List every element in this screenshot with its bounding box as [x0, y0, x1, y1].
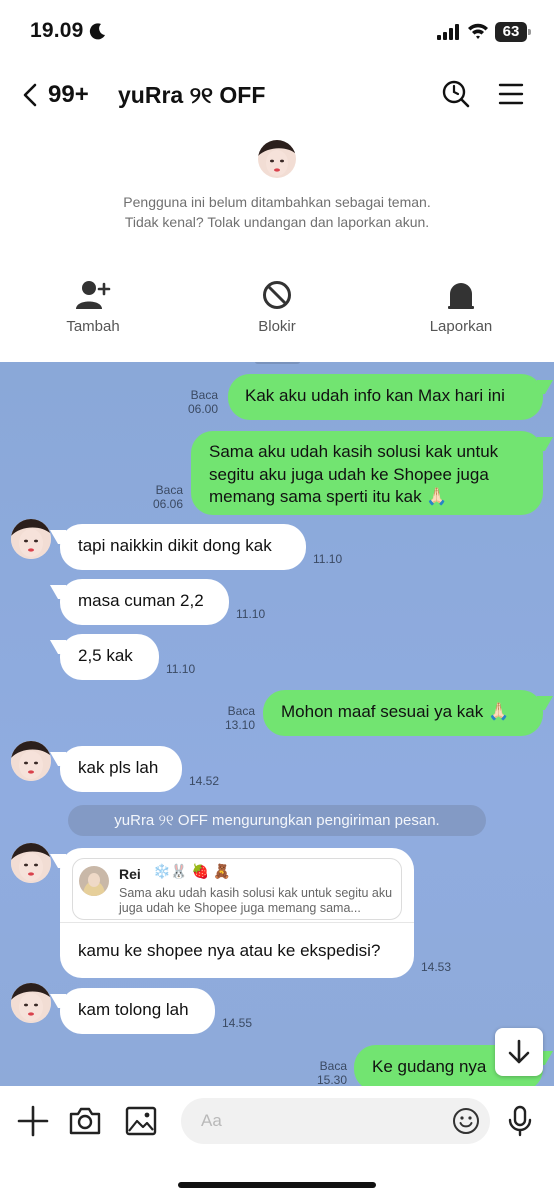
read-receipt: Baca 13.10 — [224, 704, 255, 732]
message-time: 11.10 — [313, 552, 343, 566]
stranger-notice: Pengguna ini belum ditambahkan sebagai t… — [0, 192, 554, 232]
message-time: 14.53 — [421, 960, 452, 974]
sender-avatar[interactable] — [11, 519, 51, 559]
image-icon[interactable] — [124, 1104, 158, 1138]
cellular-signal-icon — [437, 24, 459, 40]
message-input-bar — [0, 1086, 554, 1200]
battery-icon: 63 — [495, 22, 531, 42]
add-friend-button[interactable]: Tambah — [33, 280, 153, 335]
plus-icon[interactable] — [16, 1104, 50, 1138]
home-indicator — [178, 1182, 376, 1188]
chat-header: 99+ yuRra ୨୧ OFF — [0, 70, 554, 120]
notice-line-2: Tidak kenal? Tolak undangan dan laporkan… — [124, 214, 430, 230]
chat-title: yuRra ୨୧ OFF — [118, 82, 266, 108]
message-bubble-outgoing[interactable]: Kak aku udah info kan Max hari ini — [228, 374, 543, 420]
emoji-icon[interactable] — [452, 1107, 480, 1135]
quoted-text: Sama aku udah kasih solusi kak untuk seg… — [119, 886, 393, 915]
quoted-avatar — [79, 866, 109, 896]
message-bubble-outgoing[interactable]: Sama aku udah kasih solusi kak untuk seg… — [191, 431, 543, 515]
back-button[interactable]: 99+ — [20, 78, 100, 112]
add-friend-icon — [76, 281, 111, 309]
quoted-sender-emoji: ❄️🐰 🍓 🧸 — [153, 863, 231, 879]
message-time: 14.55 — [222, 1016, 253, 1030]
message-time: 14.52 — [189, 774, 220, 788]
moon-icon — [89, 23, 105, 40]
message-input[interactable] — [201, 1098, 441, 1144]
message-bubble-incoming[interactable]: kak pls lah — [60, 746, 182, 792]
sender-avatar[interactable] — [11, 843, 51, 883]
chat-area[interactable]: Baca 06.00 Kak aku udah info kan Max hari… — [0, 362, 554, 1086]
message-time: 11.10 — [236, 607, 266, 621]
arrow-down-icon — [508, 1039, 530, 1064]
contact-avatar[interactable] — [258, 140, 296, 178]
microphone-icon[interactable] — [503, 1104, 537, 1138]
chevron-left-icon — [23, 83, 37, 107]
block-icon — [263, 281, 291, 309]
stranger-banner: Pengguna ini belum ditambahkan sebagai t… — [0, 120, 554, 362]
read-receipt: Baca 06.06 — [152, 483, 183, 511]
reply-text: kamu ke shopee nya atau ke ekspedisi? — [78, 941, 381, 960]
reply-message-bubble[interactable]: Rei ❄️🐰 🍓 🧸 Sama aku udah kasih solusi k… — [60, 848, 414, 978]
unread-count: 99+ — [48, 81, 89, 108]
message-bubble-incoming[interactable]: tapi naikkin dikit dong kak — [60, 524, 306, 570]
wifi-icon — [468, 23, 488, 39]
report-label: Laporkan — [429, 318, 493, 335]
message-bubble-incoming[interactable]: kam tolong lah — [60, 988, 215, 1034]
add-friend-label: Tambah — [66, 318, 120, 335]
menu-icon[interactable] — [498, 81, 524, 107]
report-button[interactable]: Laporkan — [401, 280, 521, 335]
block-button[interactable]: Blokir — [217, 280, 337, 335]
message-bubble-outgoing[interactable]: Mohon maaf sesuai ya kak 🙏🏻 — [263, 690, 543, 736]
unsent-system-message: yuRra ୨୧ OFF mengurungkan pengiriman pes… — [68, 805, 486, 836]
banner-actions: Tambah Blokir Laporkan — [0, 280, 554, 340]
battery-level: 63 — [495, 22, 527, 42]
quoted-sender-name: Rei — [119, 866, 141, 882]
message-time: 11.10 — [166, 662, 196, 676]
report-icon — [448, 283, 474, 309]
message-bubble-incoming[interactable]: 2,5 kak — [60, 634, 159, 680]
status-time: 19.09 — [30, 19, 84, 42]
camera-icon[interactable] — [68, 1104, 102, 1138]
search-icon[interactable] — [441, 79, 471, 109]
scroll-to-bottom-button[interactable] — [495, 1028, 543, 1076]
status-bar: 19.09 63 — [0, 0, 554, 60]
message-input-field[interactable] — [181, 1098, 490, 1144]
quoted-message[interactable]: Rei ❄️🐰 🍓 🧸 Sama aku udah kasih solusi k… — [72, 858, 402, 920]
message-bubble-incoming[interactable]: masa cuman 2,2 — [60, 579, 229, 625]
block-label: Blokir — [258, 318, 296, 335]
read-receipt: Baca 15.30 — [316, 1059, 347, 1086]
sender-avatar[interactable] — [11, 983, 51, 1023]
sender-avatar[interactable] — [11, 741, 51, 781]
notice-line-1: Pengguna ini belum ditambahkan sebagai t… — [123, 194, 431, 210]
read-receipt: Baca 06.00 — [187, 388, 218, 416]
